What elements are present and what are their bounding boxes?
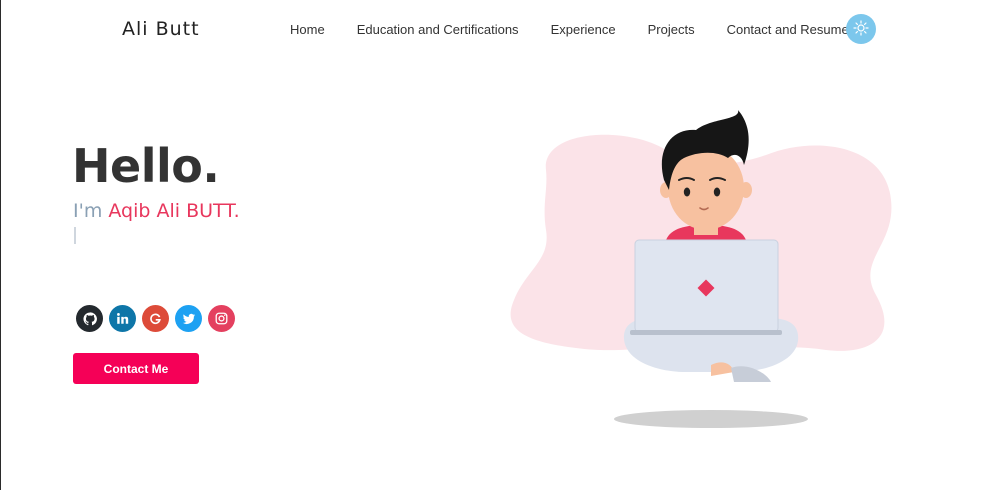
twitter-link[interactable] xyxy=(175,305,202,332)
laptop-base xyxy=(630,330,782,335)
contact-me-button[interactable]: Contact Me xyxy=(73,353,199,384)
right-eye xyxy=(713,187,721,197)
nav-projects[interactable]: Projects xyxy=(648,22,695,37)
hero-greeting: Hello. xyxy=(72,139,220,193)
nav-education[interactable]: Education and Certifications xyxy=(357,22,519,37)
twitter-icon xyxy=(182,312,196,326)
floor-shadow xyxy=(614,410,808,428)
hero-intro: I'm Aqib Ali BUTT. xyxy=(73,200,240,222)
linkedin-link[interactable] xyxy=(109,305,136,332)
google-link[interactable] xyxy=(142,305,169,332)
site-logo[interactable]: Ali Butt xyxy=(122,18,200,40)
page: Ali Butt Home Education and Certificatio… xyxy=(0,0,1000,490)
social-links xyxy=(76,305,235,332)
developer-illustration xyxy=(510,110,892,428)
instagram-link[interactable] xyxy=(208,305,235,332)
hero-intro-prefix: I'm xyxy=(73,200,109,222)
github-link[interactable] xyxy=(76,305,103,332)
hero-intro-name: Aqib Ali BUTT. xyxy=(108,200,240,222)
nav-experience[interactable]: Experience xyxy=(551,22,616,37)
typing-cursor xyxy=(74,227,76,244)
main-nav: Home Education and Certifications Experi… xyxy=(290,22,881,37)
right-ear xyxy=(740,182,752,198)
right-shoe xyxy=(731,366,771,382)
left-ear xyxy=(660,182,672,198)
linkedin-icon xyxy=(116,312,129,325)
left-eye xyxy=(683,187,691,197)
google-icon xyxy=(149,312,162,325)
sun-icon xyxy=(853,19,869,39)
instagram-icon xyxy=(215,312,228,325)
nav-home[interactable]: Home xyxy=(290,22,325,37)
nav-contact-resume[interactable]: Contact and Resume xyxy=(727,22,849,37)
github-icon xyxy=(82,311,97,326)
theme-toggle-button[interactable] xyxy=(846,14,876,44)
